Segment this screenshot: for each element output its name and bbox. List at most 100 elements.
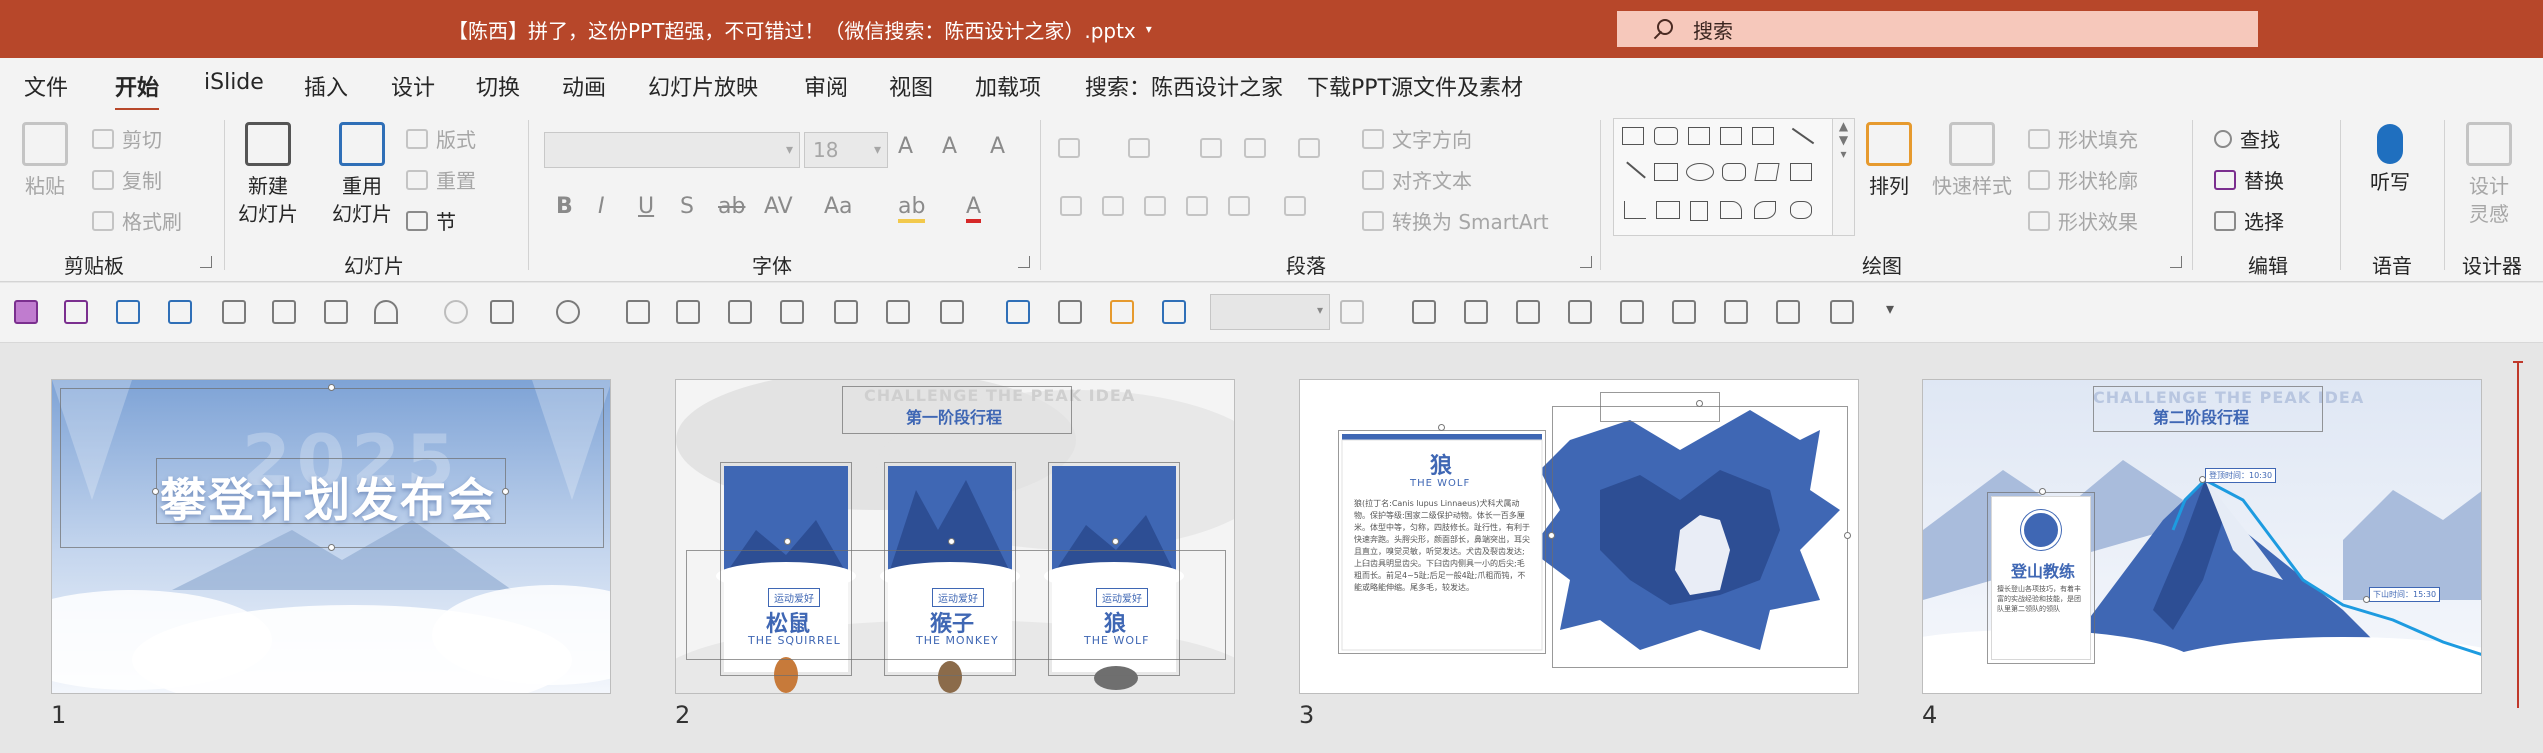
grow-font-button[interactable]: A: [898, 134, 913, 159]
reset-button[interactable]: 重置: [406, 165, 476, 194]
tab-design[interactable]: 设计: [391, 70, 435, 102]
tab-slideshow[interactable]: 幻灯片放映: [648, 70, 758, 102]
rotate-icon[interactable]: [1340, 300, 1364, 324]
paint-brush-icon[interactable]: [1830, 300, 1854, 324]
merge-shapes-icon[interactable]: [556, 300, 580, 324]
section-button[interactable]: 节: [406, 206, 456, 235]
line-spacing-icon[interactable]: [1298, 138, 1320, 158]
shape-effects-button[interactable]: 形状效果: [2028, 206, 2138, 235]
qat-combo[interactable]: ▾: [1210, 294, 1330, 330]
replace-button[interactable]: 替换: [2214, 165, 2284, 194]
text-box-icon[interactable]: [1006, 300, 1030, 324]
shapes-gallery[interactable]: [1613, 118, 1833, 236]
tab-addins[interactable]: 加载项: [975, 70, 1041, 102]
ungroup-icon[interactable]: [780, 300, 804, 324]
present-from-current-icon[interactable]: [168, 300, 192, 324]
font-launcher-icon[interactable]: [1018, 256, 1030, 268]
selection-pane-icon[interactable]: [886, 300, 910, 324]
send-backward-icon[interactable]: [676, 300, 700, 324]
align-center-icon[interactable]: [1102, 196, 1124, 216]
format-brush-icon[interactable]: [1058, 300, 1082, 324]
font-name-combo[interactable]: ▾: [544, 132, 800, 168]
tab-view[interactable]: 视图: [889, 70, 933, 102]
rounded-rect-shape-icon[interactable]: [1722, 163, 1746, 181]
highlight-button[interactable]: ab: [898, 194, 926, 223]
callout-shape-icon[interactable]: [1654, 127, 1678, 145]
undo-icon[interactable]: [374, 300, 398, 324]
save-as-icon[interactable]: [64, 300, 88, 324]
convert-smartart-button[interactable]: 转换为 SmartArt: [1362, 206, 1549, 235]
customize-toolbar-icon[interactable]: ▾: [1886, 299, 1894, 318]
design-ideas-button[interactable]: 设计 灵感: [2466, 122, 2512, 228]
rectangle-shape-icon[interactable]: [1622, 127, 1644, 145]
line-shape-icon[interactable]: [1791, 127, 1815, 145]
align-left-icon[interactable]: [1060, 196, 1082, 216]
chevron-down-icon[interactable]: ▾: [786, 133, 793, 167]
decrease-indent-icon[interactable]: [1200, 138, 1222, 158]
align-right-icon[interactable]: [1144, 196, 1166, 216]
quick-styles-button[interactable]: 快速样式: [1932, 122, 2012, 200]
font-color-button[interactable]: A: [966, 194, 982, 223]
tab-transitions[interactable]: 切换: [476, 70, 520, 102]
font-size-combo[interactable]: 18 ▾: [804, 132, 888, 168]
bring-forward-icon[interactable]: [626, 300, 650, 324]
diagonal-line-shape-icon[interactable]: [1626, 161, 1646, 179]
align-middle-icon[interactable]: [1464, 300, 1488, 324]
justify-icon[interactable]: [1186, 196, 1208, 216]
cut-button[interactable]: 剪切: [92, 124, 162, 153]
columns-icon[interactable]: [1284, 196, 1306, 216]
crop-icon[interactable]: [1620, 300, 1644, 324]
vertical-textbox-shape-icon[interactable]: [1720, 127, 1742, 145]
change-case-button[interactable]: Aa: [824, 194, 853, 219]
increase-indent-icon[interactable]: [1244, 138, 1266, 158]
chevron-down-icon[interactable]: ▾: [1317, 303, 1323, 317]
numbering-icon[interactable]: [1128, 138, 1150, 158]
hexagon-shape-icon[interactable]: [1790, 163, 1812, 181]
down-arrow-shape-icon[interactable]: [1690, 201, 1708, 221]
rect-shape-icon[interactable]: [1654, 163, 1678, 181]
document-title[interactable]: 【陈西】拼了，这份PPT超强，不可错过！（微信搜索：陈西设计之家）.pptx ▾: [448, 12, 1152, 46]
curve-shape-icon[interactable]: [1754, 201, 1776, 219]
reuse-slides-button[interactable]: 重用 幻灯片: [332, 122, 392, 228]
slide-thumbnail-3[interactable]: 狼 THE WOLF 狼(拉丁名:Canis lupus Linnaeus)犬科…: [1299, 379, 1859, 694]
clear-format-button[interactable]: A: [990, 134, 1005, 159]
shadow-button[interactable]: S: [680, 194, 694, 219]
picture-replace-icon[interactable]: [1110, 300, 1134, 324]
chevron-down-icon[interactable]: ▾: [874, 133, 881, 167]
textbox-shape-icon[interactable]: [1688, 127, 1710, 145]
elbow-connector-shape-icon[interactable]: [1624, 201, 1646, 219]
paragraph-launcher-icon[interactable]: [1580, 256, 1592, 268]
align-right-objects-icon[interactable]: [1724, 300, 1748, 324]
tab-insert[interactable]: 插入: [304, 70, 348, 102]
align-text-button[interactable]: 对齐文本: [1362, 165, 1472, 194]
shape-fill-button[interactable]: 形状填充: [2028, 124, 2138, 153]
tab-islide[interactable]: iSlide: [204, 70, 264, 95]
bold-button[interactable]: B: [556, 194, 573, 219]
tab-home[interactable]: 开始: [115, 70, 160, 111]
tab-animations[interactable]: 动画: [562, 70, 606, 102]
slide-thumbnail-4[interactable]: CHALLENGE THE PEAK IDEA 第二阶段行程 登山教练 擅长登山…: [1922, 379, 2482, 694]
group-icon[interactable]: [728, 300, 752, 324]
redo-icon[interactable]: [444, 300, 468, 324]
new-slide-button[interactable]: 新建 幻灯片: [238, 122, 298, 228]
copy-button[interactable]: 复制: [92, 165, 162, 194]
tab-search-designer[interactable]: 搜索：陈西设计之家: [1085, 70, 1283, 102]
chevron-down-icon[interactable]: ▾: [1146, 22, 1152, 36]
slide-thumbnail-2[interactable]: CHALLENGE THE PEAK IDEA 第一阶段行程 运动爱好 松鼠 T…: [675, 379, 1235, 694]
slide-thumbnail-1[interactable]: 2025 攀登计划发布会: [51, 379, 611, 694]
crop-selection-icon[interactable]: [834, 300, 858, 324]
strikethrough-button[interactable]: ab: [718, 194, 745, 219]
eyedropper-line-icon[interactable]: [324, 300, 348, 324]
distribute-horizontal-icon[interactable]: [1516, 300, 1540, 324]
drawing-launcher-icon[interactable]: [2170, 256, 2182, 268]
same-size-icon[interactable]: [1776, 300, 1800, 324]
arrow-shape-icon[interactable]: [1752, 127, 1774, 145]
distributed-icon[interactable]: [1228, 196, 1250, 216]
picture-edit-icon[interactable]: [1162, 300, 1186, 324]
present-icon[interactable]: [116, 300, 140, 324]
align-left-objects-icon[interactable]: [1672, 300, 1696, 324]
insert-shape-icon[interactable]: [490, 300, 514, 324]
italic-button[interactable]: I: [598, 194, 605, 219]
freeform-shape-icon[interactable]: [1720, 201, 1742, 219]
clipboard-launcher-icon[interactable]: [200, 256, 212, 268]
